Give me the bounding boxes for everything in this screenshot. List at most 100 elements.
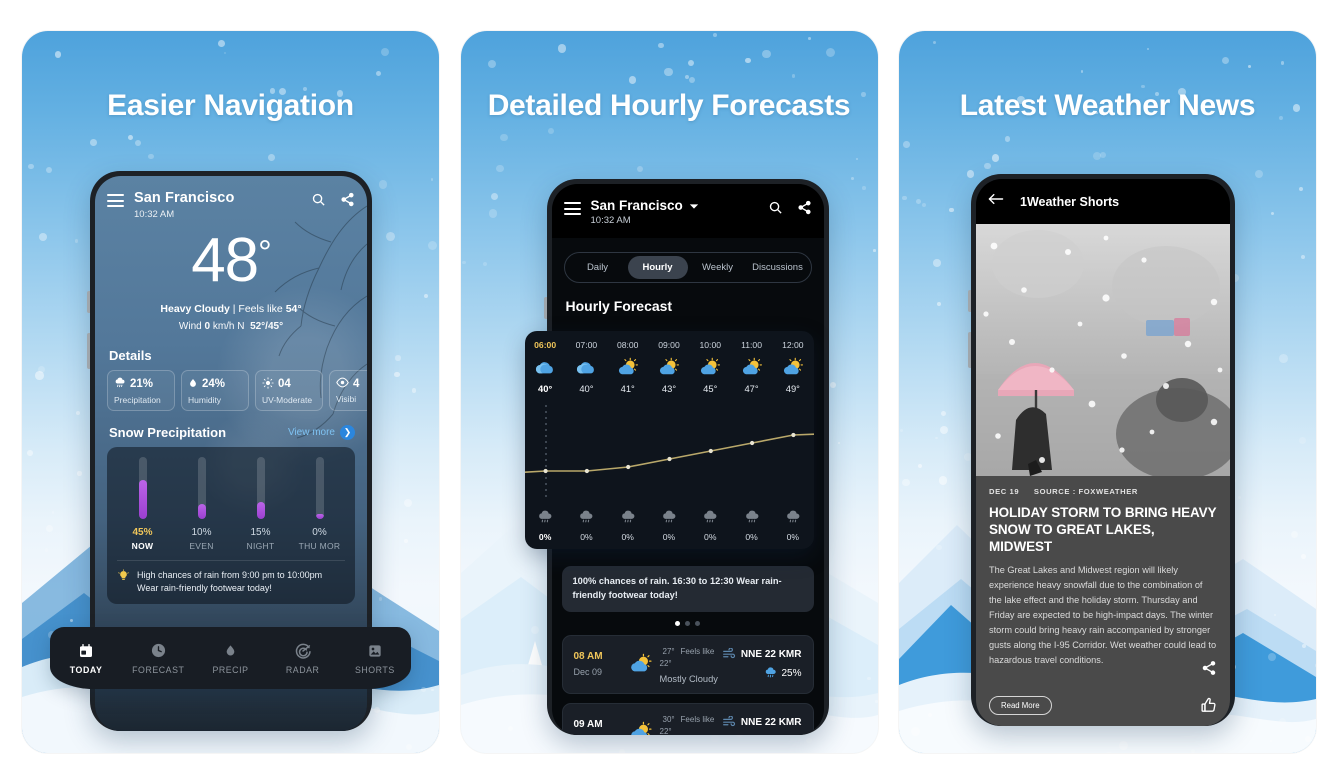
precip-percent: 0% — [312, 526, 327, 538]
nav-label: RADAR — [285, 664, 320, 675]
panel-detailed-hourly-forecasts: Detailed Hourly Forecasts San Francisco … — [460, 31, 878, 753]
thermometer-track — [256, 456, 265, 519]
detail-card-humidity[interactable]: 24% Humidity — [181, 369, 249, 411]
tab-discussions[interactable]: Discussions — [748, 256, 808, 279]
rain-alert-banner[interactable]: 100% chances of rain. 16:30 to 12:30 Wea… — [561, 566, 814, 612]
rain-cloud-icon — [648, 510, 689, 529]
hour-temp-label: 47° — [744, 383, 759, 394]
phone-volume-button — [968, 332, 971, 368]
hourly-column[interactable]: 11:00 47° — [731, 340, 772, 394]
hourly-column[interactable]: 12:00 49° — [772, 340, 813, 394]
nav-label: TODAY — [69, 664, 103, 675]
read-more-button[interactable]: Read More — [989, 696, 1052, 715]
tab-hourly[interactable]: Hourly — [627, 256, 688, 279]
water-drop-icon — [188, 377, 198, 392]
hourly-forecast-chart[interactable]: 06:00 40° 07:00 40° 08:00 41° 09:00 43° 10:00 45°… — [524, 331, 814, 549]
sun-cloud-icon — [626, 721, 656, 735]
sun-cloud-icon — [690, 355, 731, 379]
phone-side-button — [87, 291, 90, 313]
hour-label: 09:00 — [658, 340, 680, 350]
cloud-icon — [525, 355, 566, 379]
local-time: 10:32 AM — [134, 208, 175, 220]
detail-card-visibility[interactable]: 4 Visibi — [329, 369, 367, 411]
hour-time: 08 AM — [573, 651, 603, 663]
precip-percent-label: 0% — [704, 532, 717, 542]
search-icon[interactable] — [768, 200, 783, 215]
hourly-card-08am[interactable]: 08 AM Dec 09 27° Feels like 22° Mostly C… — [561, 634, 814, 694]
chevron-right-icon: ❯ — [340, 424, 355, 440]
hour-label: 11:00 — [741, 340, 762, 350]
share-icon[interactable] — [1201, 660, 1217, 681]
precip-percent: 15% — [250, 526, 271, 538]
nav-item-forecast[interactable]: FORECAST — [126, 642, 190, 675]
article-meta: DEC 19 SOURCE : FOXWEATHER — [989, 487, 1217, 496]
details-title: Details — [109, 347, 152, 363]
precip-percent-label: 0% — [538, 532, 552, 542]
hour-temp-label: 49° — [785, 383, 800, 394]
nav-item-radar[interactable]: RADAR — [271, 642, 335, 675]
phone-screen-shorts: 1Weather Shorts DEC 19 SOURCE: FOXWEATH… — [976, 179, 1230, 726]
sun-cloud-icon — [731, 355, 772, 379]
panel-heading: Detailed Hourly Forecasts — [487, 89, 851, 122]
location-block[interactable]: San Francisco 10:32 AM — [591, 198, 699, 226]
view-more-button[interactable]: View more ❯ — [288, 424, 355, 440]
arrow-left-icon[interactable] — [988, 192, 1004, 211]
precip-period: NIGHT — [246, 540, 275, 551]
hourly-column[interactable]: 06:00 40° — [525, 340, 566, 394]
city-name: San Francisco — [134, 190, 235, 206]
feels-like-value: 54° — [285, 302, 302, 315]
divider — [117, 559, 345, 561]
panel-latest-weather-news: Latest Weather News 1Weather Shorts DEC … — [899, 31, 1316, 753]
hourly-card-09am[interactable]: 09 AM Dec 09 30° Feels like 22° Mostly C… — [561, 702, 814, 735]
hourly-column[interactable]: 08:00 41° — [607, 340, 648, 394]
precip-bar-even: 10% EVEN — [174, 456, 230, 551]
thumbs-up-icon[interactable] — [1200, 697, 1217, 719]
app-bar-actions — [768, 198, 812, 215]
detail-card-precipitation[interactable]: 21% Precipitation — [107, 369, 175, 411]
precip-column: 0% — [648, 510, 689, 542]
app-bar: 1Weather Shorts — [976, 179, 1230, 224]
hourly-column[interactable]: 09:00 43° — [648, 340, 689, 394]
tab-weekly[interactable]: Weekly — [688, 256, 748, 279]
calendar-icon — [54, 642, 118, 660]
snow-precipitation-card: 45% NOW 10% EVEN 15% NIGHT 0% THU MOR Hi… — [107, 446, 355, 604]
rain-cloud-icon — [731, 510, 772, 529]
precip-bar-now: 45% NOW — [115, 456, 171, 551]
chevron-down-icon[interactable] — [689, 198, 699, 213]
screen-title: 1Weather Shorts — [1020, 194, 1120, 209]
phone-side-button — [543, 297, 547, 319]
rain-cloud-icon — [114, 377, 126, 392]
precip-period: EVEN — [189, 540, 214, 551]
tab-daily[interactable]: Daily — [568, 256, 628, 279]
precip-percent: 10% — [191, 526, 212, 538]
clock-icon — [126, 642, 190, 660]
thermometer-track — [315, 456, 324, 519]
hourly-column[interactable]: 07:00 40° — [566, 340, 607, 394]
hour-wind: NNE 22 KMR — [740, 717, 802, 729]
nav-label: PRECIP — [212, 664, 249, 675]
share-icon[interactable] — [797, 200, 812, 215]
location-block[interactable]: San Francisco 10:32 AM — [134, 190, 234, 220]
article-date: DEC 19 — [989, 487, 1020, 496]
hamburger-icon[interactable] — [107, 190, 124, 211]
precip-bar-chart: 45% NOW 10% EVEN 15% NIGHT 0% THU MOR — [113, 456, 349, 551]
weather-tip-text: High chances of rain from 9:00 pm to 10:… — [137, 569, 322, 595]
precip-column: 0% — [772, 510, 813, 542]
nav-item-shorts[interactable]: SHORTS — [343, 642, 407, 675]
nav-item-today[interactable]: TODAY — [54, 642, 118, 675]
search-icon[interactable] — [311, 192, 326, 207]
rain-cloud-icon — [764, 667, 777, 681]
carousel-dots[interactable] — [552, 620, 824, 626]
hamburger-icon[interactable] — [563, 198, 581, 219]
panel-heading: Easier Navigation — [107, 89, 354, 122]
share-icon[interactable] — [340, 192, 355, 207]
hourly-column[interactable]: 10:00 45° — [690, 340, 731, 394]
nav-item-precip[interactable]: PRECIP — [198, 642, 262, 675]
detail-card-uv[interactable]: 04 UV-Moderate — [255, 369, 323, 411]
carousel-dot-2[interactable] — [685, 620, 690, 626]
detail-label: Precipitation — [114, 394, 161, 405]
precip-column: 0% — [525, 510, 566, 542]
hour-label: 06:00 — [534, 340, 557, 350]
carousel-dot-3[interactable] — [695, 620, 700, 626]
carousel-dot-1[interactable] — [675, 620, 680, 626]
